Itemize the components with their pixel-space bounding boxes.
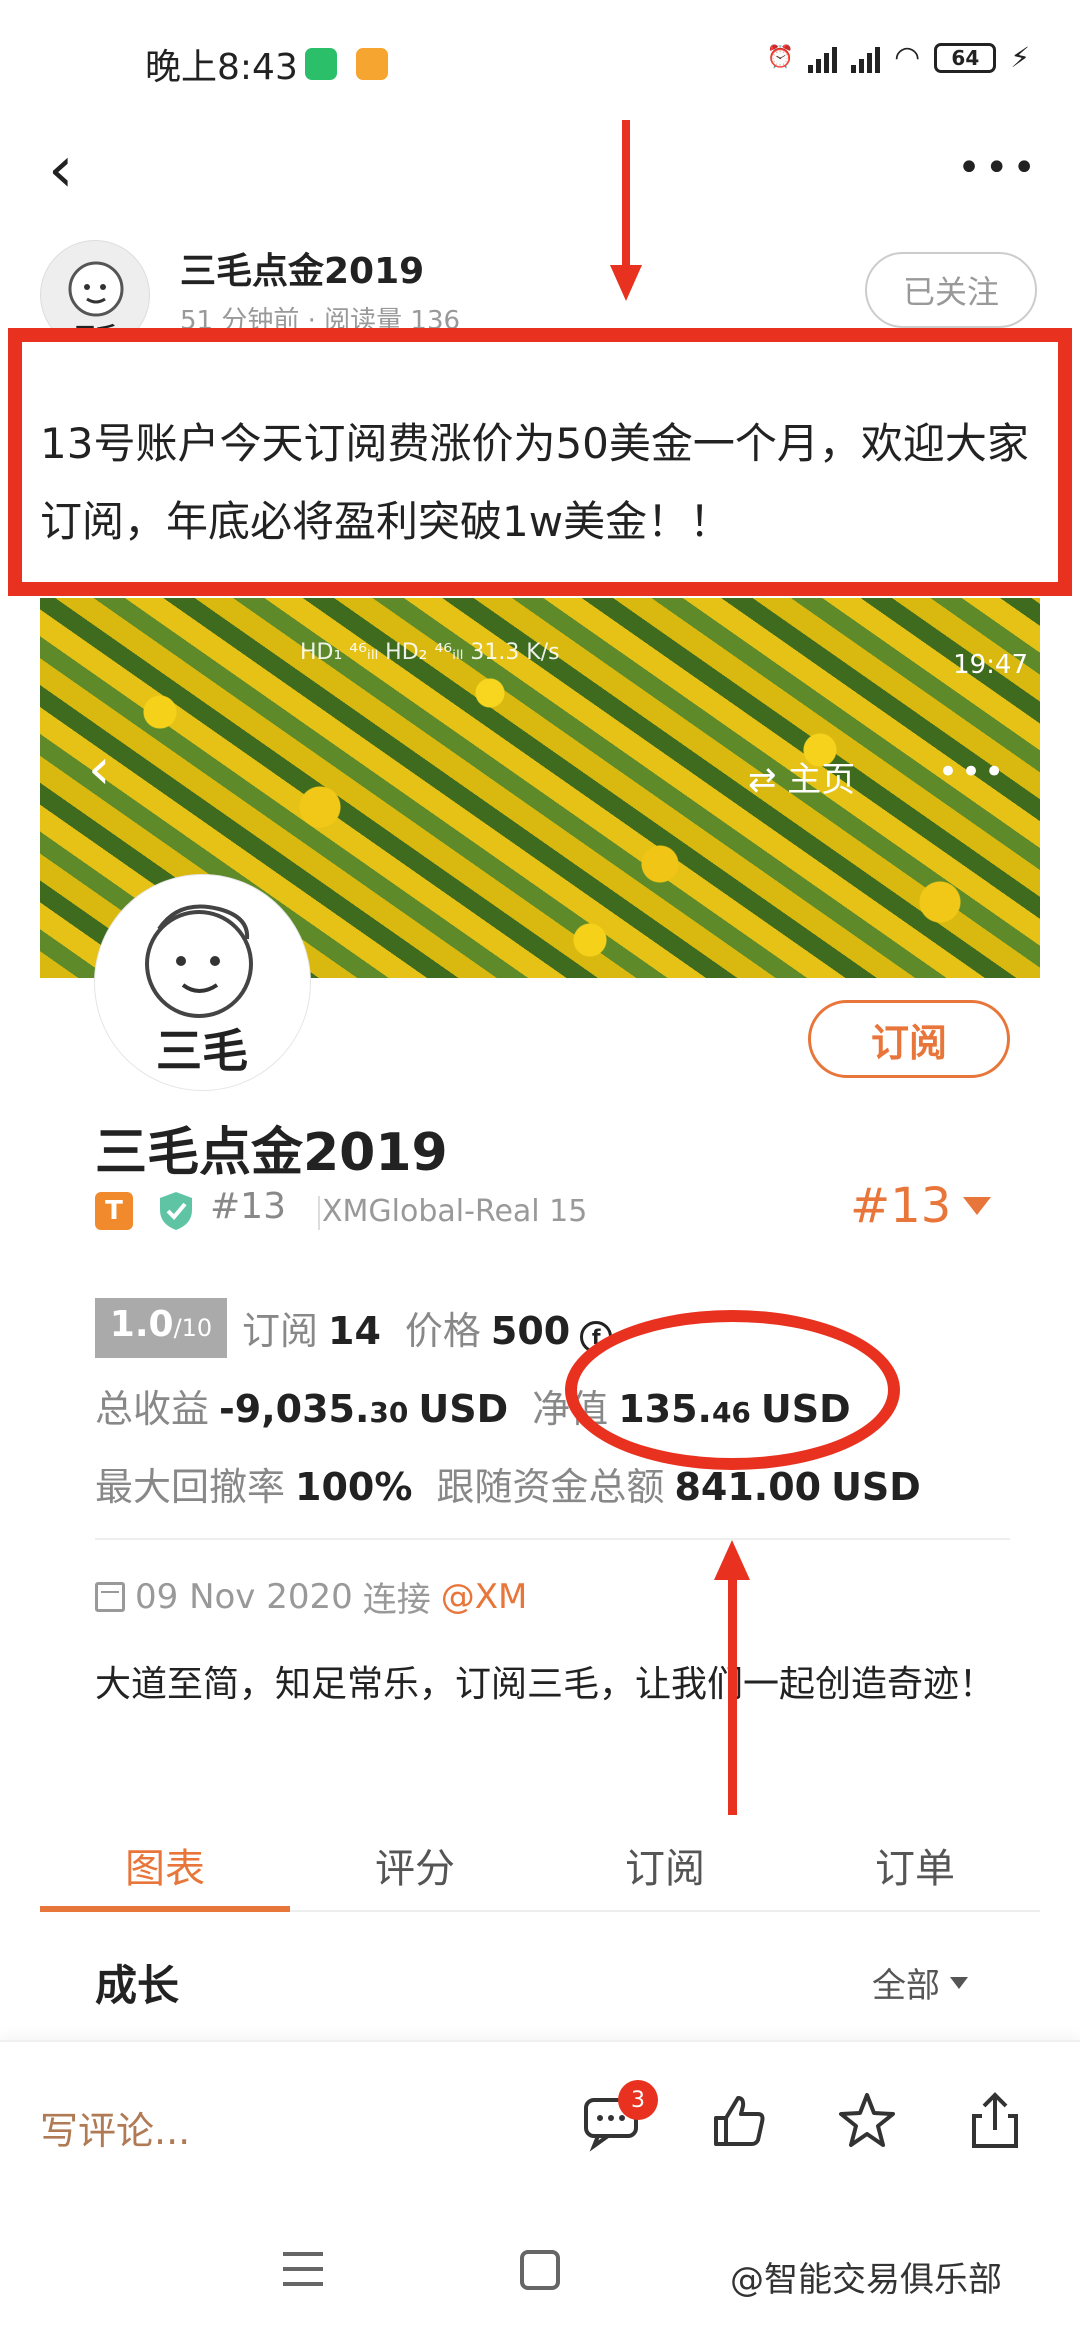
subscribe-count: 14 [328,1309,381,1353]
score-max: /10 [173,1314,213,1342]
highlight-text: 13号账户今天订阅费涨价为50美金一个月，欢迎大家订阅，年底必将盈利突破1w美金… [40,419,1029,546]
divider [95,1538,1010,1540]
status-time: 晚上8:43 [145,47,298,88]
chevron-down-icon [963,1197,992,1215]
battery-level: 64 [951,45,980,70]
like-icon[interactable] [708,2090,770,2152]
score-value: 1.0 [109,1304,174,1345]
profile-bio: 大道至简，知足常乐，订阅三毛，让我们一起创造奇迹！ [95,1664,996,1705]
comment-count-badge: 3 [618,2080,658,2120]
follow-funds-unit: USD [831,1465,921,1509]
broker-link[interactable]: @XM [441,1577,528,1617]
watermark: @智能交易俱乐部 [730,2260,1002,2300]
total-profit-unit: USD [418,1387,509,1431]
status-icons: ⏰ ◠ 64 ⚡ [767,40,1030,75]
banner-more-icon: ••• [938,752,1008,792]
shield-app-icon [305,48,337,80]
stats-row-1: 订阅 14 价格 500 f [242,1300,613,1355]
divider-vertical [318,1196,320,1230]
follow-button[interactable]: 已关注 [865,252,1037,328]
tab-subscription[interactable]: 订阅 [540,1822,790,1910]
banner-home-label: ⇄ 主页 [748,760,856,800]
comment-input[interactable]: 写评论... [40,2100,190,2155]
banner-back-icon: ‹ [88,737,111,802]
menu-icon[interactable] [283,2252,323,2286]
message-app-icon [356,48,388,80]
subscribe-count-label: 订阅 [242,1309,319,1353]
tab-rating[interactable]: 评分 [290,1822,540,1910]
chevron-down-icon [950,1976,968,1989]
annotation-arrow-head [610,265,642,301]
battery-icon: 64 [934,42,997,73]
charging-icon: ⚡ [1010,41,1030,74]
rank-dropdown[interactable]: #13 [850,1178,992,1234]
stats-row-3: 最大回撤率 100% 跟随资金总额 841.00 USD [95,1456,921,1511]
range-filter[interactable]: 全部 [872,1958,968,2007]
share-icon[interactable] [964,2090,1026,2152]
profile-name: 三毛点金2019 [95,1123,448,1183]
verified-shield-icon [160,1192,192,1230]
trader-badge: T [95,1192,133,1230]
subscribe-button[interactable]: 订阅 [808,1000,1010,1078]
profile-tabs: 图表 评分 订阅 订单 [40,1822,1040,1912]
total-profit-int: -9,035. [219,1387,370,1431]
total-profit-label: 总收益 [95,1387,210,1431]
star-icon[interactable] [836,2090,898,2152]
annotation-ellipse [565,1310,900,1470]
max-drawdown-value: 100% [295,1465,413,1509]
back-icon[interactable]: ‹ [48,138,74,202]
wifi-icon: ◠ [894,40,921,75]
annotation-arrow-shaft [622,120,630,270]
connect-label: 连接 [362,1580,431,1620]
signal-icon-1 [808,43,838,73]
banner-status-time: 19:47 [953,650,1028,680]
rank-big-value: #13 [850,1178,952,1234]
score-badge: 1.0/10 [95,1298,227,1358]
range-filter-label: 全部 [872,1966,940,2006]
author-name[interactable]: 三毛点金2019 [180,242,424,294]
price-label: 价格 [404,1309,481,1353]
tab-chart[interactable]: 图表 [40,1822,290,1912]
connect-date: 09 Nov 2020 [135,1576,353,1617]
follow-funds-value: 841.00 [674,1465,822,1509]
home-icon[interactable] [520,2250,560,2290]
follow-funds-label: 跟随资金总额 [436,1465,665,1509]
connect-info: 09 Nov 2020 连接 @XM [95,1572,527,1621]
rank-small: #13 [210,1186,286,1227]
svg-text:三毛: 三毛 [156,1024,248,1078]
profile-avatar[interactable]: 三毛 [95,875,310,1090]
alarm-icon: ⏰ [766,45,795,70]
tab-orders[interactable]: 订单 [790,1822,1040,1910]
max-drawdown-label: 最大回撤率 [95,1465,286,1509]
price-value: 500 [490,1309,571,1353]
section-title: 成长 [95,1961,180,2010]
signal-icon-2 [851,43,881,73]
account-name: XMGlobal-Real 15 [322,1194,588,1229]
calendar-icon [95,1581,125,1612]
banner-status-misc: HD₁ ⁴⁶ᵢₗₗ HD₂ ⁴⁶ᵢₗₗ 31.3 K/s [300,640,560,665]
total-profit-dec: 30 [369,1396,409,1429]
more-icon[interactable]: ••• [957,145,1040,191]
annotation-arrow-shaft [728,1570,737,1815]
